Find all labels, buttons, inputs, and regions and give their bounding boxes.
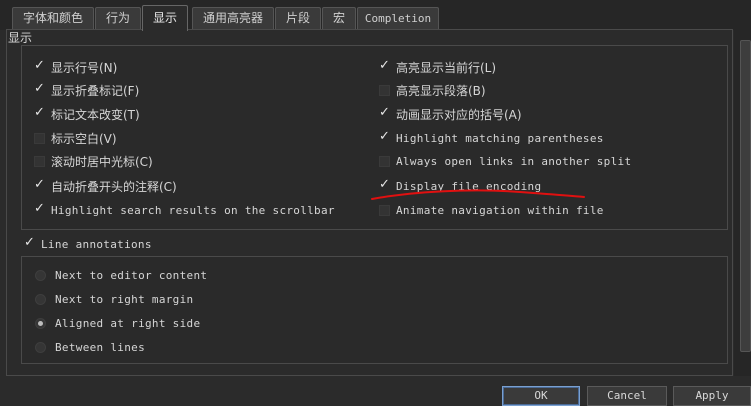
radio-label: Next to right margin	[55, 292, 194, 306]
radio-label: Next to editor content	[55, 268, 208, 282]
radio-label: Between lines	[55, 340, 145, 354]
radio-aligned-right-side[interactable]: Aligned at right side	[35, 313, 200, 333]
apply-button[interactable]: Apply	[673, 386, 751, 406]
radio-between-lines[interactable]: Between lines	[35, 337, 145, 357]
radio-next-to-right-margin[interactable]: Next to right margin	[35, 289, 193, 309]
cancel-button[interactable]: Cancel	[587, 386, 667, 406]
checkbox[interactable]: ✓	[24, 235, 35, 250]
tab-display[interactable]: 显示	[142, 5, 188, 31]
radio-button[interactable]	[35, 341, 46, 353]
line-annotations-label: Line annotations	[41, 237, 152, 251]
checkmark-icon: ✓	[24, 234, 35, 250]
radio-button[interactable]	[35, 293, 46, 305]
radio-button[interactable]	[35, 269, 46, 281]
radio-label: Aligned at right side	[55, 316, 201, 330]
line-annotations-toggle[interactable]: ✓ Line annotations	[24, 234, 152, 254]
radio-button[interactable]	[35, 317, 46, 329]
ok-button[interactable]: OK	[502, 386, 580, 406]
radio-next-to-editor-content[interactable]: Next to editor content	[35, 265, 207, 285]
